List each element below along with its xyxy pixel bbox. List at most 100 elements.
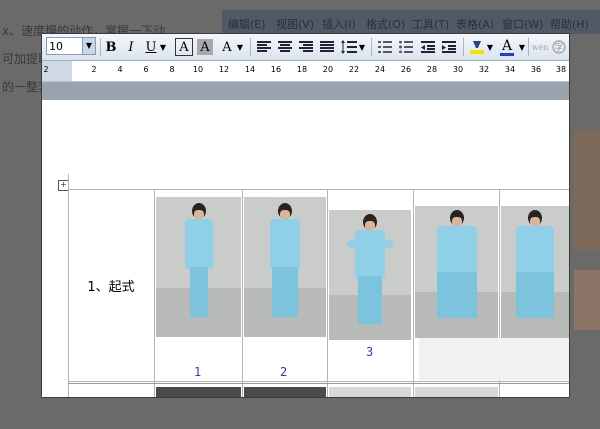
separator: [371, 38, 372, 56]
bulleted-list-icon: [399, 41, 413, 53]
bg-menu-window: 窗口(W): [502, 18, 544, 31]
separator: [250, 38, 251, 56]
document-window: 10 ▼ B I U ▼ A A A ▼ ▼ ▼ A ▼ wén 字 2 2 4…: [42, 34, 569, 397]
numbered-list-icon: [378, 41, 392, 53]
text-effect-button[interactable]: A: [218, 37, 236, 57]
separator: [463, 38, 464, 56]
bg-menu-insert: 插入(I): [322, 18, 356, 31]
ruler-tick: 34: [504, 65, 516, 74]
figure-head: [363, 214, 377, 230]
ruler-tick: 36: [530, 65, 542, 74]
bullets-button[interactable]: [397, 37, 415, 57]
ruler-tick: 8: [169, 65, 175, 74]
bold-button[interactable]: B: [103, 37, 119, 57]
chevron-down-icon[interactable]: ▼: [486, 37, 494, 57]
figure-torso: [270, 219, 300, 269]
figure-legs: [516, 272, 554, 318]
figure-torso: [436, 226, 477, 276]
taichi-photo: [415, 387, 498, 397]
text-effect-icon: A: [222, 39, 232, 55]
ruler-tick: 22: [348, 65, 360, 74]
distribute-button[interactable]: [318, 37, 336, 57]
figure-number: 1: [194, 365, 202, 379]
numbering-button[interactable]: [376, 37, 394, 57]
figure-head: [191, 203, 206, 219]
taichi-photo: [244, 197, 326, 337]
bg-menu-table: 表格(A): [456, 18, 495, 31]
ruler-tick: 30: [452, 65, 464, 74]
ruler-tick: 28: [426, 65, 438, 74]
ruler-tick: 12: [218, 65, 230, 74]
table-border: [327, 189, 328, 397]
background-photo: [574, 270, 600, 330]
ruler-tick: 10: [192, 65, 204, 74]
underline-button[interactable]: U: [143, 37, 159, 57]
character-shading-button[interactable]: A: [197, 39, 213, 55]
background-photo: [574, 130, 600, 250]
align-right-button[interactable]: [297, 37, 315, 57]
figure-legs: [436, 272, 477, 318]
separator: [528, 38, 529, 56]
ruler-tick: 14: [244, 65, 256, 74]
taichi-photo: [244, 387, 326, 397]
ruler-tick: 2: [91, 65, 97, 74]
table-border: [68, 381, 569, 382]
ruler-tick: 32: [478, 65, 490, 74]
italic-button[interactable]: I: [123, 37, 139, 57]
align-center-button[interactable]: [276, 37, 294, 57]
enclosed-character-icon: 字: [552, 40, 566, 54]
taichi-photo: [329, 387, 411, 397]
chevron-down-icon[interactable]: ▼: [82, 38, 95, 54]
chevron-down-icon[interactable]: ▼: [236, 37, 244, 57]
table-border: [68, 383, 569, 384]
figure-head: [278, 203, 292, 219]
table-border: [154, 189, 155, 397]
horizontal-ruler[interactable]: 2 2 4 6 8 10 12 14 16 18 20 22 24 26 28 …: [42, 61, 569, 82]
chevron-down-icon[interactable]: ▼: [159, 37, 167, 57]
bg-menu-help: 帮助(H): [550, 18, 589, 31]
font-color-button[interactable]: A: [498, 37, 516, 57]
phonetic-guide-label: wén: [531, 42, 549, 52]
phonetic-guide-button[interactable]: wén: [531, 37, 549, 57]
svg-text:字: 字: [554, 42, 563, 54]
figure-legs: [272, 267, 298, 317]
figure-head: [449, 210, 464, 226]
highlighter-icon: [470, 41, 484, 54]
figure-arms: [347, 240, 393, 248]
ruler-tick: 18: [296, 65, 308, 74]
table-border: [68, 189, 569, 190]
ruler-tick: 20: [322, 65, 334, 74]
ruler-tick: 2: [43, 65, 49, 74]
bg-menu-format: 格式(O): [366, 18, 406, 31]
taichi-photo: [415, 206, 498, 338]
decrease-indent-icon: [421, 41, 435, 53]
ruler-tick: 4: [117, 65, 123, 74]
figure-number: 3: [366, 345, 374, 359]
taichi-photo: [329, 210, 411, 340]
chevron-down-icon[interactable]: ▼: [358, 37, 366, 57]
line-spacing-icon: [341, 40, 357, 54]
bg-menu-view: 视图(V): [276, 18, 315, 31]
chevron-down-icon[interactable]: ▼: [518, 37, 526, 57]
bg-menu-edit: 编辑(E): [228, 18, 266, 31]
line-spacing-button[interactable]: [340, 37, 358, 57]
character-border-button[interactable]: A: [175, 38, 193, 56]
increase-indent-button[interactable]: [440, 37, 458, 57]
font-color-swatch: [500, 52, 514, 56]
ruler-tick: 24: [374, 65, 386, 74]
bg-menu-tools: 工具(T): [412, 18, 450, 31]
ruler-tick: 26: [400, 65, 412, 74]
figure-number: 2: [280, 365, 288, 379]
taichi-photo: [156, 387, 241, 397]
decrease-indent-button[interactable]: [419, 37, 437, 57]
align-left-button[interactable]: [255, 37, 273, 57]
font-color-letter: A: [501, 37, 513, 54]
table-border: [413, 189, 414, 397]
highlight-button[interactable]: [467, 37, 487, 57]
enclose-characters-button[interactable]: 字: [551, 37, 567, 57]
align-center-icon: [278, 41, 292, 52]
figure-torso: [516, 226, 554, 276]
table-border: [242, 189, 243, 397]
figure-legs: [189, 267, 208, 317]
figure-legs: [358, 276, 382, 324]
